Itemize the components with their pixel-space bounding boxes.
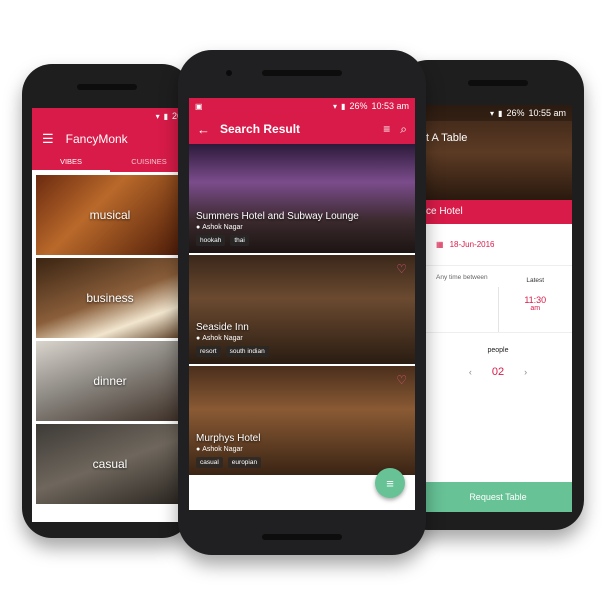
signal-icon: ▮ bbox=[163, 111, 168, 121]
tab-vibes[interactable]: VIBES bbox=[32, 154, 110, 172]
clock: 10:53 am bbox=[371, 101, 409, 111]
tab-cuisines[interactable]: CUISINES bbox=[110, 154, 188, 172]
center-screen: ▣ ▾ ▮ 26% 10:53 am ← Search Result ≡ ⌕ S… bbox=[189, 98, 415, 510]
vibe-label: casual bbox=[92, 457, 128, 471]
signal-icon: ▮ bbox=[498, 108, 503, 118]
latest-time: 11:30 bbox=[524, 295, 547, 305]
earliest-time-picker[interactable] bbox=[424, 287, 498, 332]
vibe-card-casual[interactable]: casual bbox=[36, 424, 184, 504]
tab-bar: VIBES CUISINES bbox=[32, 154, 188, 172]
increment-button[interactable]: › bbox=[524, 367, 527, 377]
vibe-card-business[interactable]: business bbox=[36, 258, 184, 338]
result-tag: thai bbox=[230, 235, 249, 246]
right-screen: ▾ ▮ 26% 10:55 am t A Table ce Hotel ▦ 18… bbox=[424, 105, 572, 512]
date-picker[interactable]: ▦ 18-Jun-2016 bbox=[424, 224, 572, 266]
search-icon[interactable]: ⌕ bbox=[400, 122, 407, 137]
left-phone: ▾ ▮ 26 ☰ FancyMonk VIBES CUISINES musica… bbox=[22, 64, 192, 538]
people-count: 02 bbox=[491, 366, 505, 378]
page-title: t A Table bbox=[426, 132, 468, 144]
speaker-grille bbox=[77, 84, 137, 90]
wifi-icon: ▾ bbox=[333, 101, 338, 111]
signal-icon: ▮ bbox=[341, 101, 346, 111]
speaker-grille bbox=[262, 70, 342, 76]
location-pin-icon: ● bbox=[196, 224, 201, 231]
filter-fab-button[interactable]: ≡ bbox=[375, 468, 405, 498]
battery-level: 26% bbox=[506, 108, 525, 118]
result-card[interactable]: Summers Hotel and Subway Lounge ● Ashok N… bbox=[189, 144, 415, 253]
status-bar: ▣ ▾ ▮ 26% 10:53 am bbox=[189, 98, 415, 114]
status-bar: ▾ ▮ 26 bbox=[32, 108, 188, 124]
hotel-banner: ce Hotel bbox=[424, 200, 572, 224]
result-name: Summers Hotel and Subway Lounge bbox=[196, 211, 359, 222]
vibe-label: musical bbox=[89, 208, 131, 222]
people-stepper: ‹ 02 › bbox=[424, 366, 572, 378]
people-label: people bbox=[487, 347, 509, 354]
location-pin-icon: ● bbox=[196, 335, 201, 342]
app-toolbar: ← Search Result ≡ ⌕ bbox=[189, 114, 415, 144]
result-name: Murphys Hotel bbox=[196, 433, 261, 444]
vibe-card-musical[interactable]: musical bbox=[36, 175, 184, 255]
back-arrow-icon[interactable]: ← bbox=[197, 122, 210, 137]
result-card[interactable]: ♡ Seaside Inn ● Ashok Nagar resort south … bbox=[189, 255, 415, 364]
result-tag: south indian bbox=[225, 346, 269, 357]
result-location: Ashok Nagar bbox=[202, 446, 243, 453]
result-tag: resort bbox=[196, 346, 221, 357]
page-title: Search Result bbox=[220, 122, 301, 136]
result-tag: hookah bbox=[196, 235, 226, 246]
result-tag: europian bbox=[227, 457, 262, 468]
center-phone: ▣ ▾ ▮ 26% 10:53 am ← Search Result ≡ ⌕ S… bbox=[178, 50, 426, 555]
result-tag: casual bbox=[196, 457, 223, 468]
status-bar: ▾ ▮ 26% 10:55 am bbox=[424, 105, 572, 121]
vibe-card-dinner[interactable]: dinner bbox=[36, 341, 184, 421]
battery-level: 26% bbox=[349, 101, 368, 111]
wifi-icon: ▾ bbox=[490, 108, 495, 118]
bottom-speaker bbox=[262, 534, 342, 540]
wifi-icon: ▾ bbox=[155, 111, 160, 121]
speaker-grille bbox=[468, 80, 528, 86]
result-location: Ashok Nagar bbox=[202, 335, 243, 342]
decrement-button[interactable]: ‹ bbox=[469, 367, 472, 377]
clock: 10:55 am bbox=[528, 108, 566, 118]
front-camera bbox=[226, 70, 232, 76]
latest-time-picker[interactable]: Latest 11:30 am bbox=[497, 277, 573, 332]
location-pin-icon: ● bbox=[196, 446, 201, 453]
left-screen: ▾ ▮ 26 ☰ FancyMonk VIBES CUISINES musica… bbox=[32, 108, 188, 522]
result-name: Seaside Inn bbox=[196, 322, 249, 333]
menu-icon[interactable]: ☰ bbox=[42, 131, 54, 147]
calendar-icon: ▦ bbox=[436, 240, 444, 249]
request-table-button[interactable]: Request Table bbox=[424, 482, 572, 512]
app-title: FancyMonk bbox=[65, 132, 128, 146]
vibe-label: business bbox=[86, 291, 134, 305]
latest-label: Latest bbox=[526, 277, 545, 284]
favorite-heart-icon[interactable]: ♡ bbox=[396, 373, 407, 387]
result-card[interactable]: ♡ Murphys Hotel ● Ashok Nagar casual euro… bbox=[189, 366, 415, 475]
filter-icon: ≡ bbox=[386, 475, 394, 491]
filter-icon[interactable]: ≡ bbox=[383, 122, 390, 136]
selected-date: 18-Jun-2016 bbox=[449, 240, 495, 249]
latest-ampm: am bbox=[530, 305, 541, 312]
image-notification-icon: ▣ bbox=[195, 101, 203, 111]
phone-mockup-stage: ▾ ▮ 26 ☰ FancyMonk VIBES CUISINES musica… bbox=[0, 0, 602, 602]
vibe-label: dinner bbox=[93, 374, 127, 388]
favorite-heart-icon[interactable]: ♡ bbox=[396, 262, 407, 276]
result-location: Ashok Nagar bbox=[202, 224, 243, 231]
